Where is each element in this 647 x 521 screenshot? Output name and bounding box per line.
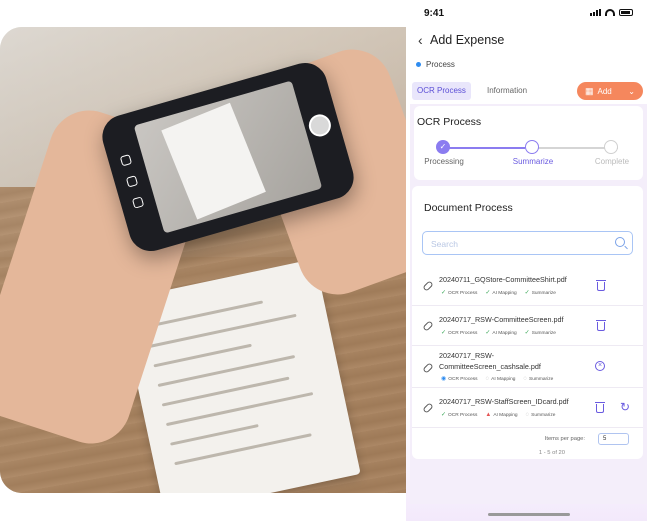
file-status-tags: ◉ OCR Process ◌ AI Mapping ◌ Summarize [441,376,553,382]
items-per-page-label: Items per page: [544,436,585,442]
step-line-done [441,147,525,149]
attachment-icon [422,402,434,414]
status-bar: 9:41 [406,0,647,26]
pending-icon: ◌ [485,376,490,382]
status-tag: ✓ AI Mapping [485,290,517,296]
tab-ocr-process[interactable]: OCR Process [412,82,471,100]
search-placeholder: Search [431,239,458,249]
check-icon: ✓ [441,412,447,418]
search-icon[interactable] [615,237,625,247]
check-icon: ✓ [441,290,447,296]
status-tag: ✓ AI Mapping [485,330,517,336]
app-header: ‹ Add Expense [406,30,647,52]
file-status-tags: ✓ OCR Process ▲ AI Mapping ◌ Summarize [441,412,555,418]
trash-icon[interactable] [596,320,606,331]
attachment-icon [422,362,434,374]
check-icon: ✓ [524,330,530,336]
status-tag: ◌ Summarize [523,376,554,382]
file-row[interactable]: 20240711_GQStore-CommitteeShirt.pdf ✓ OCR… [412,266,643,306]
page: 9:41 ‹ Add Expense Process OCR Process I… [0,0,647,521]
progress-icon: ◉ [441,376,447,382]
status-tag: ✓ OCR Process [441,330,478,336]
ocr-process-title: OCR Process [417,116,482,128]
status-time: 9:41 [424,8,445,19]
photo-phone-screen [133,80,323,234]
add-button-label: Add [597,86,612,96]
status-tag: ✓ Summarize [524,290,556,296]
file-row[interactable]: 20240717_RSW- CommitteeScreen_cashsale.p… [412,346,643,388]
ocr-process-card: OCR Process ✓ Processing Summarize Compl… [414,106,643,180]
pending-icon: ◌ [525,412,530,418]
trash-icon[interactable] [595,402,605,413]
signal-icon [590,9,601,16]
hero-photo [0,27,430,493]
battery-icon [619,9,633,16]
search-input[interactable]: Search [422,231,633,255]
home-indicator [488,513,570,516]
status-tag: ✓ OCR Process [441,412,478,418]
items-per-page-select[interactable]: 5 [598,433,629,445]
add-document-icon: ▦ [585,85,594,96]
status-tag: ✓ OCR Process [441,290,478,296]
process-tag: Process [416,60,455,69]
trash-icon[interactable] [596,280,606,291]
status-tag: ✓ Summarize [524,330,556,336]
file-name-line2: CommitteeScreen_cashsale.pdf [439,362,541,371]
check-icon: ✓ [485,290,491,296]
wifi-icon [605,9,615,16]
chevron-down-icon: ⌄ [628,86,635,96]
step-check-icon: ✓ [436,140,450,154]
photo-shutter-icon [306,111,334,140]
check-icon: ✓ [485,330,491,336]
status-tag: ◌ Summarize [525,412,556,418]
mobile-app-screen: 9:41 ‹ Add Expense Process OCR Process I… [406,0,647,521]
step-label-complete: Complete [594,157,630,166]
status-tag: ◉ OCR Process [441,376,478,382]
attachment-icon [422,320,434,332]
file-name: 20240717_RSW-CommitteeScreen.pdf [439,315,564,324]
add-button[interactable]: ▦ Add ⌄ [577,82,643,100]
document-process-title: Document Process [424,202,513,214]
pending-icon: ◌ [523,376,527,382]
tab-bar: OCR Process Information ▦ Add ⌄ [410,80,647,102]
process-tag-label: Process [426,60,455,69]
step-pending-icon [604,140,618,154]
pagination-range: 1 - 5 of 20 [538,450,565,456]
status-icons [590,9,633,16]
step-label-summarize: Summarize [512,157,554,166]
file-status-tags: ✓ OCR Process ✓ AI Mapping ✓ Summarize [441,330,556,336]
step-label-processing: Processing [424,157,464,166]
status-tag: ◌ AI Mapping [485,376,516,382]
circle-x-icon[interactable]: × [595,361,605,371]
file-name: 20240711_GQStore-CommitteeShirt.pdf [439,275,567,284]
file-row[interactable]: 20240717_RSW-CommitteeScreen.pdf ✓ OCR Pr… [412,306,643,346]
page-title: Add Expense [430,33,505,47]
file-name-line1: 20240717_RSW- [439,351,495,360]
file-name: 20240717_RSW-StaffScreen_IDcard.pdf [439,397,569,406]
file-row[interactable]: 20240717_RSW-StaffScreen_IDcard.pdf ✓ OCR… [412,388,643,428]
document-process-card: Document Process Search 20240711_GQStore… [412,186,643,459]
ocr-stepper: ✓ Processing Summarize Complete [414,140,643,176]
process-dot-icon [416,62,421,67]
check-icon: ✓ [524,290,530,296]
refresh-icon[interactable]: ↻ [620,401,630,413]
step-current-icon [525,140,539,154]
error-icon: ▲ [485,412,492,418]
attachment-icon [422,280,434,292]
status-tag: ▲ AI Mapping [485,412,518,418]
check-icon: ✓ [441,330,447,336]
tab-information[interactable]: Information [482,82,532,100]
back-icon[interactable]: ‹ [418,32,423,48]
file-status-tags: ✓ OCR Process ✓ AI Mapping ✓ Summarize [441,290,556,296]
